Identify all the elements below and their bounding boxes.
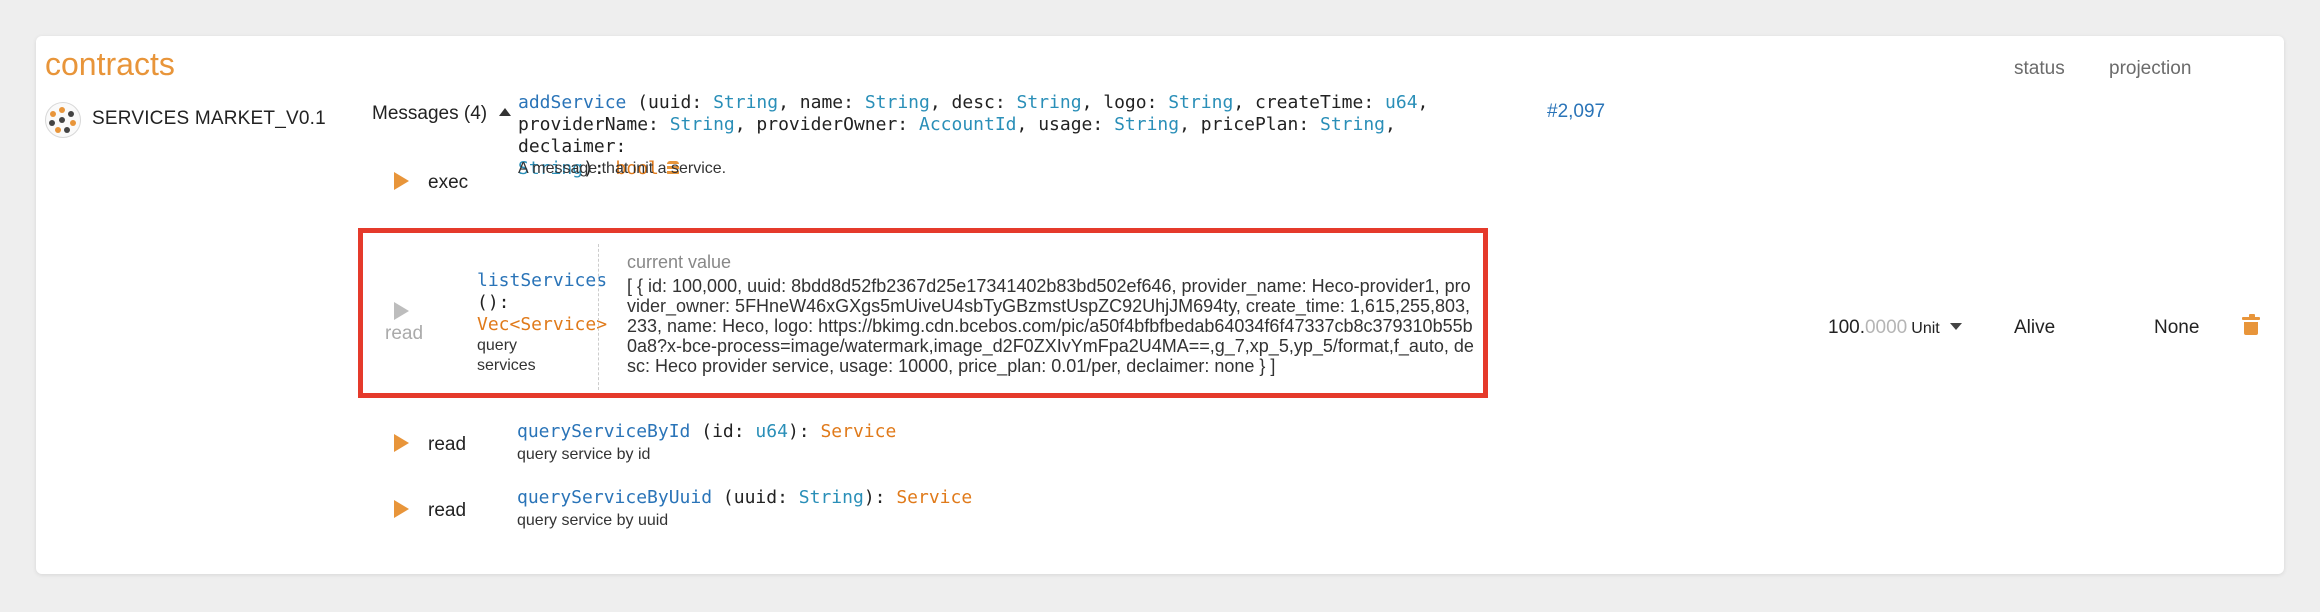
signature-text: providerName: [518, 114, 670, 135]
type-name: Service [896, 487, 973, 508]
type-name: Vec<Service> [477, 314, 608, 335]
message-kind-read: read [385, 323, 424, 344]
message-signature-listServices: listServices (): Vec<Service> [477, 270, 607, 336]
signature-line: listServices [477, 270, 607, 292]
status-column-header: status [2014, 58, 2065, 79]
type-name: String [1168, 92, 1234, 113]
type-name: String [1320, 114, 1386, 135]
signature-text: , desc: [929, 92, 1017, 113]
function-name: queryServiceById [517, 421, 691, 442]
signature-text: ): [863, 487, 897, 508]
signature-text: (uuid: [712, 487, 799, 508]
signature-text: (): [477, 292, 510, 313]
contract-name: SERVICES MARKET_V0.1 [92, 108, 326, 129]
type-name: String [713, 92, 779, 113]
message-signature-queryServiceByUuid: queryServiceByUuid (uuid: String): Servi… [517, 487, 972, 509]
message-description: query service by uuid [517, 512, 669, 529]
messages-header-label: Messages (4) [372, 103, 488, 124]
contract-logo-icon [45, 102, 81, 138]
signature-text: , logo: [1081, 92, 1169, 113]
signature-text: , providerOwner: [734, 114, 919, 135]
message-kind-exec: exec [428, 172, 469, 193]
signature-text: (uuid: [626, 92, 714, 113]
signature-text: , pricePlan: [1179, 114, 1320, 135]
signature-text: , [1417, 92, 1429, 113]
signature-text: , name: [778, 92, 865, 113]
signature-line: providerName: String, providerOwner: Acc… [518, 114, 1498, 158]
signature-line: addService (uuid: String, name: String, … [518, 92, 1498, 114]
type-name: String [1016, 92, 1082, 113]
balance-unit: Unit [1911, 320, 1940, 337]
signature-line: (): [477, 292, 607, 314]
message-kind-read: read [428, 500, 467, 521]
type-name: String [798, 487, 864, 508]
message-description: query service by id [517, 446, 651, 463]
code-hash-link[interactable]: #2,097 [1547, 101, 1605, 123]
trash-icon[interactable] [2242, 314, 2260, 335]
signature-line: Vec<Service> [477, 314, 607, 336]
play-icon[interactable] [394, 434, 409, 452]
projection-value: None [2154, 317, 2200, 338]
signature-text: , createTime: [1233, 92, 1386, 113]
play-icon[interactable] [394, 500, 409, 518]
page-title: contracts [45, 46, 175, 82]
chevron-up-icon [499, 107, 512, 116]
signature-text: ): [787, 421, 821, 442]
play-icon[interactable] [394, 172, 409, 190]
current-value-label: current value [627, 252, 732, 272]
signature-text: , usage: [1016, 114, 1115, 135]
contracts-panel: contracts status projection SERVICES MAR… [36, 36, 2284, 574]
type-name: Service [820, 421, 897, 442]
type-name: String [864, 92, 930, 113]
balance-decimals: 0000 [1864, 317, 1908, 338]
function-name: listServices [477, 270, 608, 291]
signature-text: (id: [690, 421, 756, 442]
chevron-down-icon [1949, 323, 1962, 331]
play-icon[interactable] [394, 302, 409, 320]
type-name: String [669, 114, 735, 135]
current-value-text: [ { id: 100,000, uuid: 8bdd8d52fb2367d25… [627, 276, 1474, 376]
function-name: queryServiceByUuid [517, 487, 713, 508]
type-name: String [1114, 114, 1180, 135]
signature-line: queryServiceById (id: u64): Service [517, 421, 896, 443]
divider [598, 244, 599, 390]
message-description: query services [477, 337, 536, 374]
balance-integer: 100. [1828, 317, 1865, 338]
function-name: addService [518, 92, 627, 113]
projection-column-header: projection [2109, 58, 2192, 79]
type-name: u64 [1385, 92, 1418, 113]
message-kind-read: read [428, 434, 467, 455]
message-description: A message that init a service. [518, 160, 727, 177]
balance-selector[interactable]: 100.0000 Unit [1828, 317, 1962, 339]
status-value: Alive [2014, 317, 2056, 338]
type-name: u64 [755, 421, 788, 442]
type-name: AccountId [918, 114, 1017, 135]
signature-line: queryServiceByUuid (uuid: String): Servi… [517, 487, 972, 509]
messages-toggle[interactable]: Messages (4) [372, 103, 512, 125]
message-signature-queryServiceById: queryServiceById (id: u64): Service [517, 421, 896, 443]
